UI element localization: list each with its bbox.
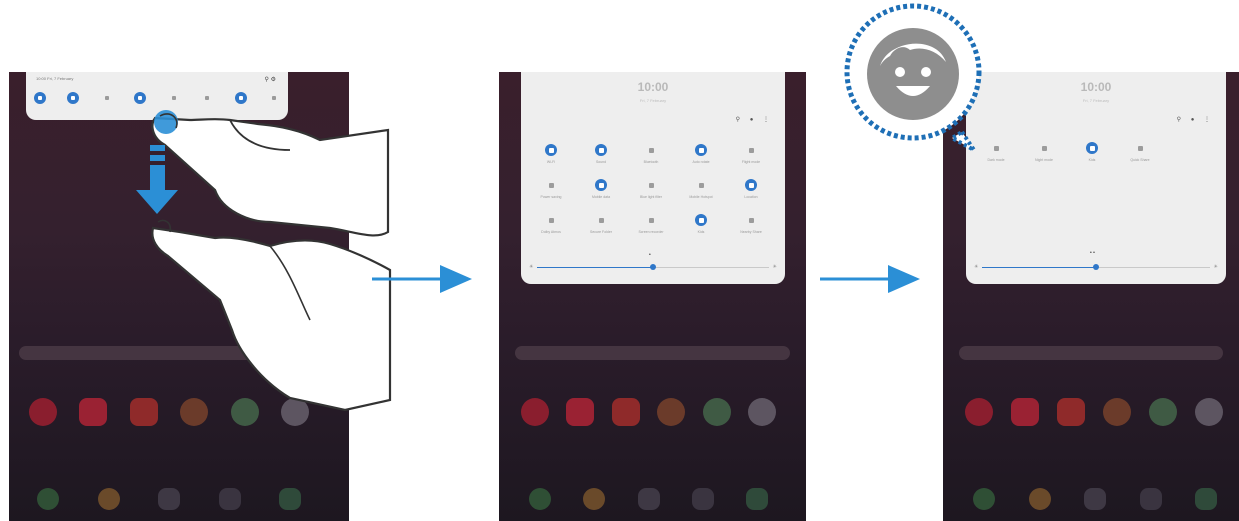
contacts-app-icon[interactable]: [583, 488, 606, 510]
play-store-icon[interactable]: [1149, 398, 1177, 426]
files-app-icon[interactable]: [691, 488, 714, 510]
quick-tile-secure-folder[interactable]: Secure Folder: [581, 214, 621, 234]
quick-tile-blue-light-filter[interactable]: Blue light filter: [631, 179, 671, 199]
panel-date: Fri, 7 February: [1082, 98, 1110, 103]
video-app-icon[interactable]: [1057, 398, 1085, 426]
quick-tile-label: Wi-Fi: [546, 160, 556, 164]
quick-tile-label: Flight mode: [741, 160, 761, 164]
quick-tile-quick-share[interactable]: Quick Share: [1120, 142, 1160, 162]
quick-tile-label: Dolby Atmos: [541, 230, 561, 234]
kids-face-icon: [844, 3, 982, 152]
brightness-low-icon: ☀: [974, 264, 979, 270]
page-indicator: •: [649, 252, 651, 258]
search-icon[interactable]: ⚲ ● ⋮: [1177, 116, 1214, 123]
phone-screen-2: 10:00 Fri, 7 February ⚲ ● ⋮ Wi-Fi Sound Bl…: [499, 72, 806, 521]
quick-tile-label: Blue light filter: [640, 195, 662, 199]
right-arrow-icon: [372, 265, 472, 293]
quick-panel-expanded[interactable]: 10:00 Fri, 7 February ⚲ ● ⋮ Wi-Fi Sound Bl…: [521, 72, 785, 284]
panel-clock: 10:00: [637, 80, 669, 94]
browser-app-icon[interactable]: [747, 398, 776, 426]
quick-tile-mobile-data[interactable]: Mobile data: [581, 179, 621, 199]
video-app-icon[interactable]: [611, 398, 640, 426]
quick-tile-label: Mobile data: [591, 195, 611, 199]
quick-tile-label: Screen recorder: [638, 230, 664, 234]
search-bar[interactable]: [959, 346, 1223, 360]
quick-tile-label: Kids: [697, 230, 705, 234]
right-arrow-icon: [820, 265, 920, 293]
quick-panel-page-2[interactable]: 10:00 Fri, 7 February ⚲ ● ⋮ Dark mode Nig…: [966, 72, 1226, 284]
dock: [973, 488, 1217, 510]
quick-tile-location[interactable]: Location: [731, 179, 771, 199]
quick-tile-kids[interactable]: Kids: [1072, 142, 1112, 162]
two-finger-swipe-down-icon: [136, 110, 392, 412]
phone-app-icon[interactable]: [529, 488, 551, 510]
page-indicator: • •: [1090, 250, 1095, 256]
quick-tile-screen-recorder[interactable]: Screen recorder: [631, 214, 671, 234]
app-row: [965, 398, 1223, 426]
quick-tile-label: Auto rotate: [692, 160, 710, 164]
search-icon[interactable]: ⚲ ● ⋮: [736, 116, 773, 123]
quick-tile-label: Mobile Hotspot: [689, 195, 713, 199]
files-app-icon[interactable]: [1139, 488, 1162, 510]
quick-tile-label: Bluetooth: [643, 160, 659, 164]
quick-tile-label: Power saving: [540, 195, 562, 199]
quick-tile-label: Secure Folder: [590, 230, 612, 234]
quick-tile-nearby-share[interactable]: Nearby Share: [731, 214, 771, 234]
quick-tile-night-mode[interactable]: Night mode: [1024, 142, 1064, 162]
quick-tile-mobile-hotspot[interactable]: Mobile Hotspot: [681, 179, 721, 199]
messages-app-icon[interactable]: [637, 488, 660, 510]
quick-tile-wi-fi[interactable]: Wi-Fi: [531, 144, 571, 164]
gallery-app-icon[interactable]: [746, 488, 768, 510]
search-bar[interactable]: [515, 346, 790, 360]
quick-tile-dolby-atmos[interactable]: Dolby Atmos: [531, 214, 571, 234]
quick-tile-auto-rotate[interactable]: Auto rotate: [681, 144, 721, 164]
messages-app-icon[interactable]: [1084, 488, 1106, 510]
quick-tile-bluetooth[interactable]: Bluetooth: [631, 144, 671, 164]
phone-app-icon[interactable]: [973, 488, 995, 510]
folder-app-icon[interactable]: [657, 398, 686, 426]
app-row: [521, 398, 776, 426]
brightness-high-icon: ☀: [772, 264, 777, 270]
panel-date: Fri, 7 February: [639, 98, 667, 103]
brightness-slider[interactable]: ☀ ☀: [529, 263, 777, 273]
play-store-icon[interactable]: [702, 398, 731, 426]
quick-tile-kids[interactable]: Kids: [681, 214, 721, 234]
panel-clock: 10:00: [1080, 80, 1112, 94]
settings-app-icon[interactable]: [965, 398, 993, 426]
settings-app-icon[interactable]: [521, 398, 549, 426]
dock: [529, 488, 768, 510]
quick-tile-label: Quick Share: [1130, 158, 1150, 162]
camera-app-icon[interactable]: [566, 398, 595, 426]
quick-tile-label: Nearby Share: [740, 230, 762, 234]
quick-tile-power-saving[interactable]: Power saving: [531, 179, 571, 199]
folder-app-icon[interactable]: [1103, 398, 1131, 426]
quick-tile-label: Location: [744, 195, 758, 199]
contacts-app-icon[interactable]: [1028, 488, 1051, 510]
browser-app-icon[interactable]: [1195, 398, 1223, 426]
brightness-high-icon: ☀: [1213, 264, 1218, 270]
quick-tile-flight-mode[interactable]: Flight mode: [731, 144, 771, 164]
quick-tile-label: Kids: [1088, 158, 1096, 162]
quick-tile-label: Night mode: [1035, 158, 1053, 162]
quick-tile-sound[interactable]: Sound: [581, 144, 621, 164]
quick-tile-label: Sound: [595, 160, 607, 164]
gallery-app-icon[interactable]: [1195, 488, 1217, 510]
camera-app-icon[interactable]: [1011, 398, 1039, 426]
brightness-low-icon: ☀: [529, 264, 534, 270]
brightness-slider[interactable]: ☀ ☀: [974, 263, 1218, 273]
